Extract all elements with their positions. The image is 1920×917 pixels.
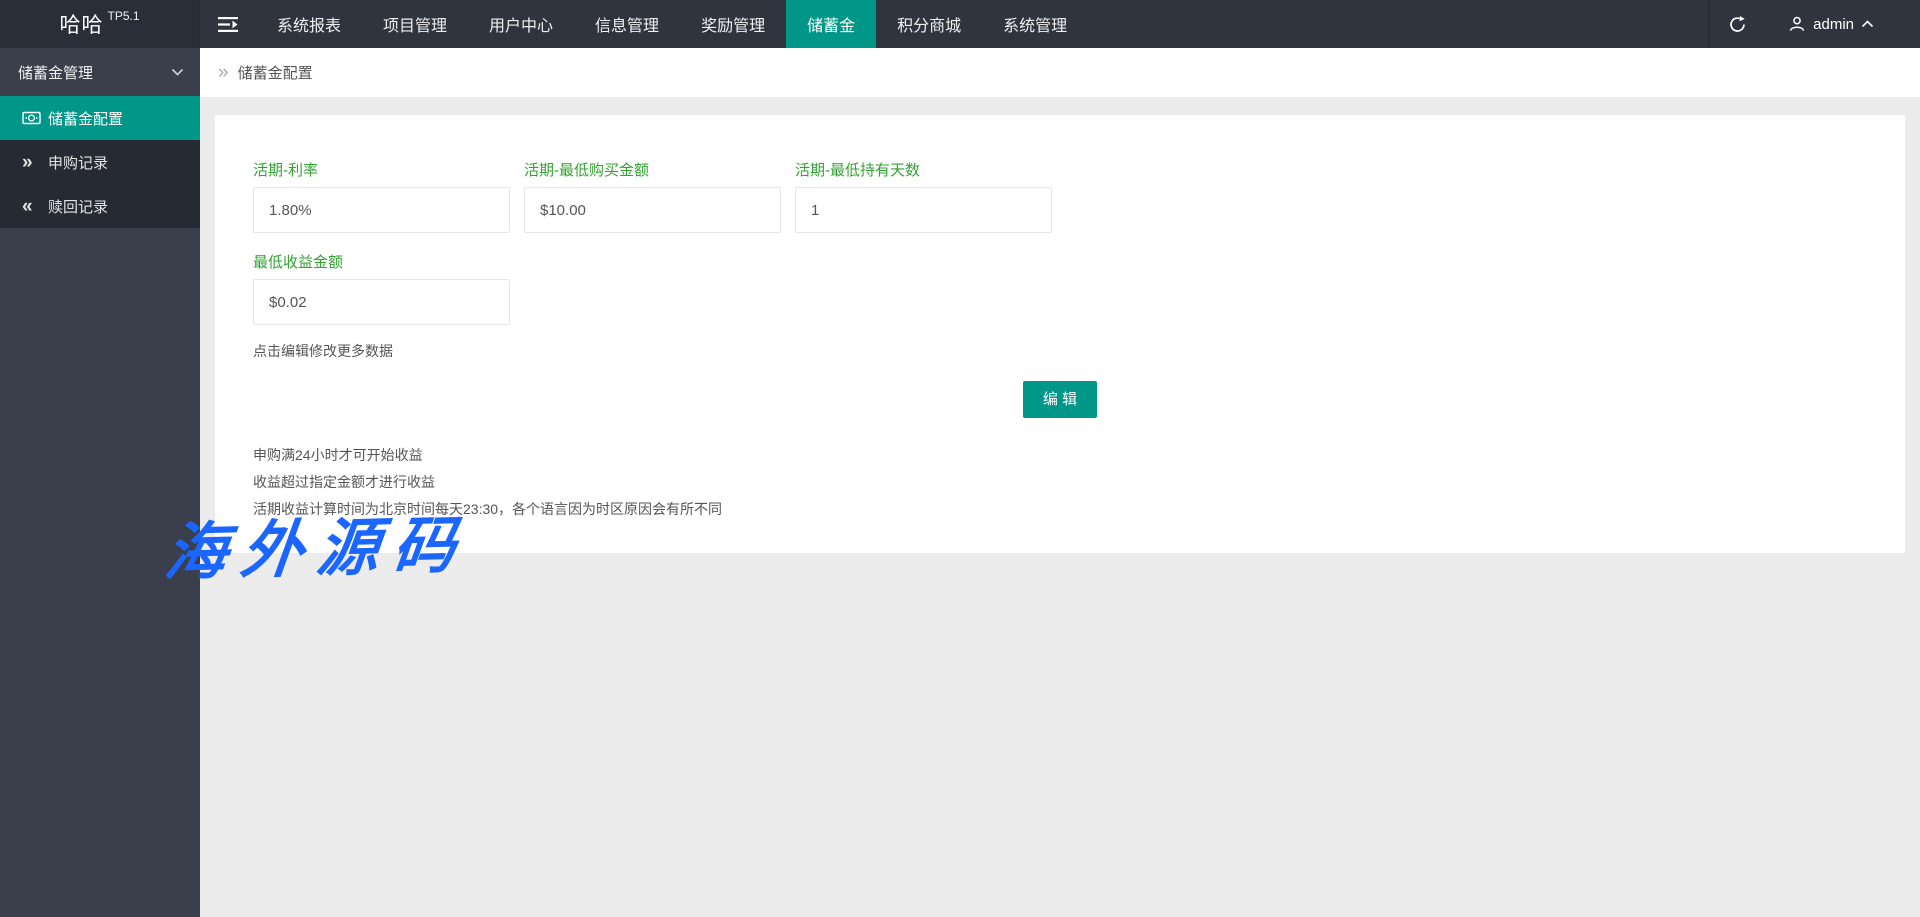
field-interest-rate: 活期-利率 (253, 159, 510, 233)
nav-item-points-mall[interactable]: 积分商城 (876, 0, 982, 48)
sidebar-item-redeem-records[interactable]: « 赎回记录 (0, 184, 200, 228)
field-label: 最低收益金额 (253, 251, 510, 272)
breadcrumb-label: 储蓄金配置 (238, 62, 313, 83)
sidebar-item-label: 赎回记录 (48, 196, 108, 217)
refresh-icon (1728, 15, 1747, 34)
double-angle-right-icon: » (22, 153, 48, 172)
top-navbar: 哈哈 TP5.1 系统报表 项目管理 用户中心 信息管理 奖励管理 储蓄金 (0, 0, 1920, 48)
main-content: » 储蓄金配置 活期-利率 活期-最低购买金额 活期-最低持有天数 (200, 48, 1920, 917)
sidebar-item-purchase-records[interactable]: » 申购记录 (0, 140, 200, 184)
tip-line-1: 申购满24小时才可开始收益 (253, 442, 1867, 469)
sidebar: 储蓄金管理 储蓄金配置 » (0, 48, 200, 917)
sidebar-item-label: 储蓄金配置 (48, 108, 123, 129)
min-purchase-input[interactable] (524, 187, 781, 233)
chevron-up-icon (1861, 20, 1874, 28)
user-menu[interactable]: admin (1766, 0, 1920, 48)
field-min-hold-days: 活期-最低持有天数 (795, 159, 1052, 233)
nav-item-project-manage[interactable]: 项目管理 (362, 0, 468, 48)
nav-item-info-manage[interactable]: 信息管理 (574, 0, 680, 48)
button-row: 编 辑 (253, 381, 1867, 418)
nav-item-user-center[interactable]: 用户中心 (468, 0, 574, 48)
interest-rate-input[interactable] (253, 187, 510, 233)
header-right: admin (1708, 0, 1920, 48)
min-income-input[interactable] (253, 279, 510, 325)
sidebar-collapse-button[interactable] (200, 0, 256, 48)
logo-title: 哈哈 (59, 9, 103, 39)
double-angle-left-icon: « (22, 197, 48, 216)
sidebar-item-label: 申购记录 (48, 152, 108, 173)
form-row-1: 活期-利率 活期-最低购买金额 活期-最低持有天数 (253, 159, 1867, 233)
nav-item-reward-manage[interactable]: 奖励管理 (680, 0, 786, 48)
chevron-down-icon (171, 68, 184, 76)
logo-version: TP5.1 (107, 9, 139, 23)
config-card: 活期-利率 活期-最低购买金额 活期-最低持有天数 最低收益金额 (215, 115, 1905, 553)
nav-item-system-manage[interactable]: 系统管理 (982, 0, 1088, 48)
tip-line-2: 收益超过指定金额才进行收益 (253, 469, 1867, 496)
sidebar-group-savings-manage[interactable]: 储蓄金管理 (0, 48, 200, 96)
tips-block: 申购满24小时才可开始收益 收益超过指定金额才进行收益 活期收益计算时间为北京时… (253, 442, 1867, 523)
sidebar-item-savings-config[interactable]: 储蓄金配置 (0, 96, 200, 140)
admin-app: 哈哈 TP5.1 系统报表 项目管理 用户中心 信息管理 奖励管理 储蓄金 (0, 0, 1920, 917)
nav-item-system-report[interactable]: 系统报表 (256, 0, 362, 48)
refresh-button[interactable] (1708, 0, 1766, 48)
nav-item-savings[interactable]: 储蓄金 (786, 0, 876, 48)
field-label: 活期-最低购买金额 (524, 159, 781, 180)
hamburger-icon (217, 16, 239, 33)
sidebar-submenu: 储蓄金配置 » 申购记录 « 赎回记录 (0, 96, 200, 228)
min-hold-days-input[interactable] (795, 187, 1052, 233)
top-nav: 系统报表 项目管理 用户中心 信息管理 奖励管理 储蓄金 积分商城 系统管理 (200, 0, 1088, 48)
sidebar-group-label: 储蓄金管理 (18, 62, 93, 83)
field-min-purchase: 活期-最低购买金额 (524, 159, 781, 233)
banknote-icon (22, 110, 48, 126)
user-icon (1788, 15, 1806, 33)
edit-button[interactable]: 编 辑 (1023, 381, 1097, 418)
tip-line-3: 活期收益计算时间为北京时间每天23:30，各个语言因为时区原因会有所不同 (253, 496, 1867, 523)
app-logo: 哈哈 TP5.1 (0, 0, 200, 48)
form-row-2: 最低收益金额 (253, 251, 1867, 325)
breadcrumb: » 储蓄金配置 (200, 48, 1920, 97)
field-label: 活期-最低持有天数 (795, 159, 1052, 180)
edit-hint-text: 点击编辑修改更多数据 (253, 341, 1867, 361)
savings-config-form: 活期-利率 活期-最低购买金额 活期-最低持有天数 最低收益金额 (215, 115, 1905, 553)
username: admin (1813, 16, 1854, 33)
field-min-income: 最低收益金额 (253, 251, 510, 325)
breadcrumb-chevron-icon: » (218, 63, 229, 82)
field-label: 活期-利率 (253, 159, 510, 180)
